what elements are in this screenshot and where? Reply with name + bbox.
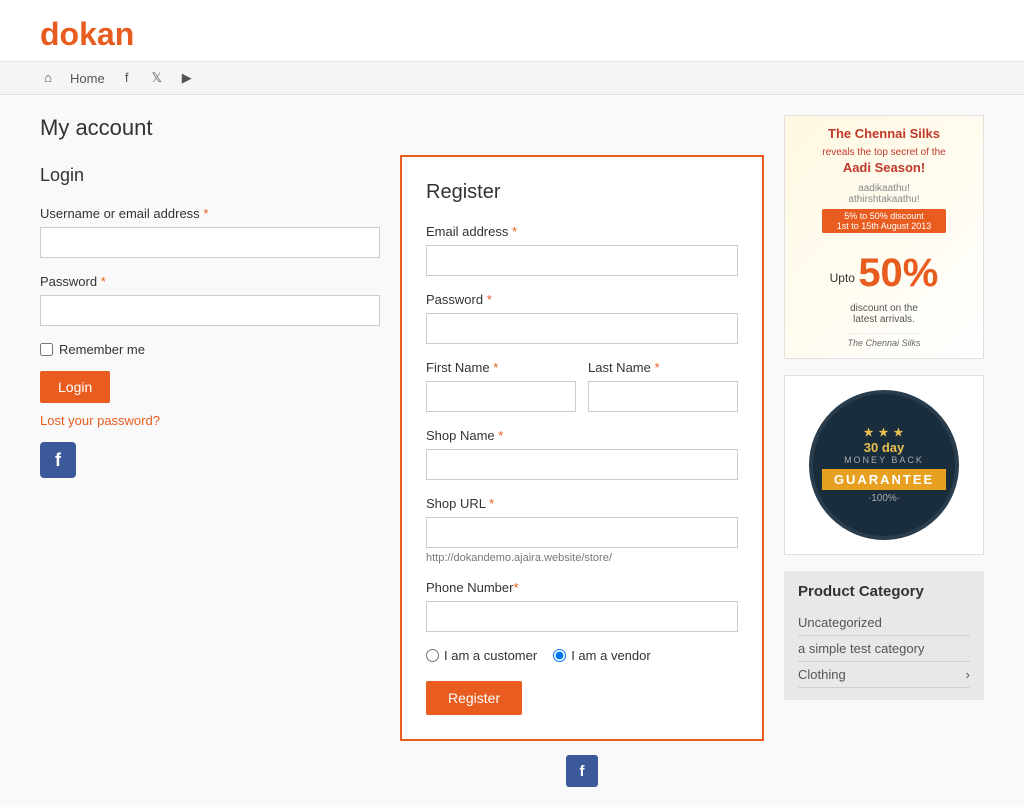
site-logo[interactable]: dokan — [40, 16, 984, 53]
shop-url-hint: http://dokandemo.ajaira.website/store/ — [426, 552, 738, 564]
username-group: Username or email address * — [40, 206, 380, 258]
last-name-group: Last Name * — [588, 360, 738, 412]
reg-password-label: Password * — [426, 292, 738, 307]
first-name-input[interactable] — [426, 381, 576, 412]
vendor-radio-label[interactable]: I am a vendor — [553, 648, 651, 663]
page-title: My account — [40, 115, 380, 141]
ad-inner: The Chennai Silks reveals the top secret… — [785, 116, 983, 358]
ad-discount-badge: 5% to 50% discount1st to 15th August 201… — [822, 209, 945, 233]
left-column: My account Login Username or email addre… — [40, 115, 380, 787]
guarantee-badge: ★ ★ ★ 30 day MONEY BACK GUARANTEE ·100%· — [809, 390, 959, 540]
phone-input[interactable] — [426, 601, 738, 632]
youtube-nav-icon[interactable]: ▶ — [179, 70, 195, 86]
last-name-label: Last Name * — [588, 360, 738, 375]
username-label: Username or email address * — [40, 206, 380, 221]
login-password-label: Password * — [40, 274, 380, 289]
remember-me-label: Remember me — [59, 342, 145, 357]
email-input[interactable] — [426, 245, 738, 276]
email-group: Email address * — [426, 224, 738, 276]
login-password-group: Password * — [40, 274, 380, 326]
lost-password-link[interactable]: Lost your password? — [40, 413, 380, 428]
chevron-right-icon: › — [966, 667, 970, 682]
first-name-group: First Name * — [426, 360, 576, 412]
ad-title: The Chennai Silks reveals the top secret… — [822, 126, 945, 177]
ad-brand: The Chennai Silks — [847, 333, 920, 348]
last-name-input[interactable] — [588, 381, 738, 412]
guarantee-days-label: 30 day — [864, 441, 904, 454]
logo-rest: okan — [60, 16, 135, 52]
shop-name-group: Shop Name * — [426, 428, 738, 480]
center-column: Register Email address * Password * — [400, 115, 764, 787]
vendor-radio[interactable] — [553, 649, 566, 662]
product-category-title: Product Category — [798, 583, 970, 600]
register-title: Register — [426, 181, 738, 204]
ad-banner: The Chennai Silks reveals the top secret… — [784, 115, 984, 359]
ad-percent-display: Upto 50% — [830, 243, 939, 303]
username-input[interactable] — [40, 227, 380, 258]
category-item-simple-test[interactable]: a simple test category — [798, 636, 970, 662]
shop-name-label: Shop Name * — [426, 428, 738, 443]
category-item-uncategorized[interactable]: Uncategorized — [798, 610, 970, 636]
reg-password-group: Password * — [426, 292, 738, 344]
login-facebook-button[interactable]: f — [40, 442, 76, 478]
phone-label: Phone Number* — [426, 580, 738, 595]
remember-me-checkbox[interactable] — [40, 343, 53, 356]
nav-bar: Home f 𝕏 ▶ — [0, 62, 1024, 95]
customer-radio-label[interactable]: I am a customer — [426, 648, 537, 663]
ad-tagline: discount on thelatest arrivals. — [850, 303, 918, 325]
twitter-nav-icon[interactable]: 𝕏 — [149, 70, 165, 86]
right-column: The Chennai Silks reveals the top secret… — [784, 115, 984, 787]
money-back-label: MONEY BACK — [844, 455, 924, 465]
login-section-title: Login — [40, 165, 380, 186]
customer-radio[interactable] — [426, 649, 439, 662]
remember-me-group: Remember me — [40, 342, 380, 357]
logo-d: d — [40, 16, 60, 52]
home-link[interactable]: Home — [70, 71, 105, 86]
email-label: Email address * — [426, 224, 738, 239]
shop-name-input[interactable] — [426, 449, 738, 480]
ad-promo-text: aadikaathu!athirshtakaathu! — [822, 183, 945, 205]
login-password-input[interactable] — [40, 295, 380, 326]
site-header: dokan — [0, 0, 1024, 62]
role-radio-group: I am a customer I am a vendor — [426, 648, 738, 663]
shop-url-label: Shop URL * — [426, 496, 738, 511]
guarantee-label: GUARANTEE — [822, 469, 946, 490]
facebook-nav-icon[interactable]: f — [119, 70, 135, 86]
ad-percent: 50% — [858, 240, 938, 293]
register-facebook-button[interactable]: f — [566, 755, 598, 787]
reg-password-input[interactable] — [426, 313, 738, 344]
phone-group: Phone Number* — [426, 580, 738, 632]
category-list: Uncategorized a simple test category Clo… — [798, 610, 970, 688]
shop-url-input[interactable] — [426, 517, 738, 548]
stars-icon: ★ ★ ★ — [864, 426, 905, 439]
shop-url-group: Shop URL * http://dokandemo.ajaira.websi… — [426, 496, 738, 564]
category-item-clothing[interactable]: Clothing › — [798, 662, 970, 688]
register-box: Register Email address * Password * — [400, 155, 764, 741]
login-button[interactable]: Login — [40, 371, 110, 403]
main-container: My account Login Username or email addre… — [0, 95, 1024, 807]
register-facebook-section: f — [400, 755, 764, 787]
product-category-box: Product Category Uncategorized a simple … — [784, 571, 984, 700]
home-icon — [40, 70, 56, 86]
hundred-percent: ·100%· — [868, 493, 900, 504]
first-name-label: First Name * — [426, 360, 576, 375]
name-row: First Name * Last Name * — [426, 360, 738, 428]
guarantee-widget: ★ ★ ★ 30 day MONEY BACK GUARANTEE ·100%· — [784, 375, 984, 555]
register-button[interactable]: Register — [426, 681, 522, 715]
